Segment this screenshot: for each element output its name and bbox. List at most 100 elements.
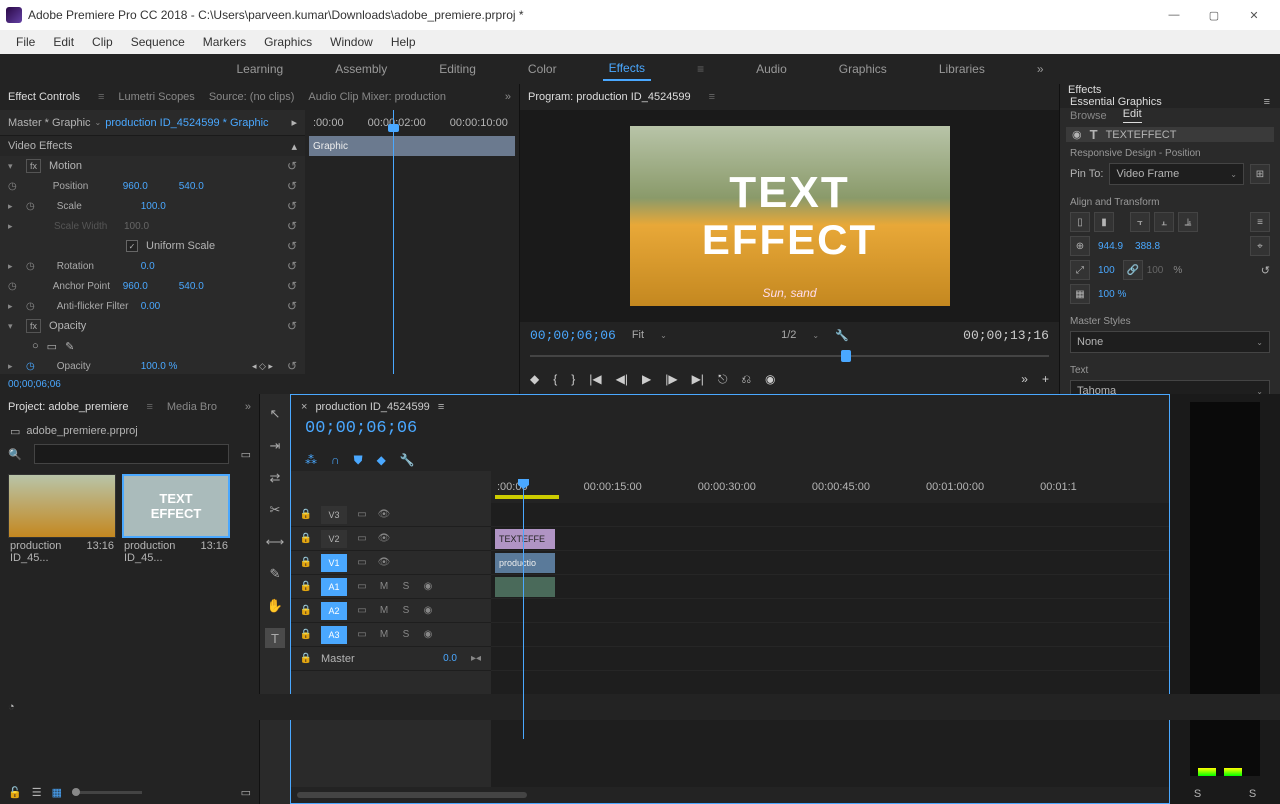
mute-button[interactable]: M <box>377 605 391 616</box>
mute-button[interactable]: M <box>377 629 391 640</box>
play-icon[interactable]: ▸ <box>291 116 297 129</box>
zoom-fit-select[interactable]: Fit <box>632 329 644 341</box>
menu-file[interactable]: File <box>8 33 43 51</box>
track-header-a1[interactable]: 🔒A1▭MS◉ <box>291 575 491 599</box>
stopwatch-icon[interactable]: ◷ <box>8 281 17 292</box>
program-playhead[interactable] <box>841 350 851 362</box>
chevron-down-icon[interactable]: ⌄ <box>812 331 819 340</box>
twirl-icon[interactable]: ▸ <box>8 361 18 372</box>
align-center-v-icon[interactable]: ⫠ <box>1154 212 1174 232</box>
scale-value[interactable]: 100.0 <box>141 201 189 212</box>
transform-pos-x[interactable]: 944.9 <box>1094 241 1127 252</box>
mute-button[interactable]: M <box>377 581 391 592</box>
pin-grid-icon[interactable]: ⊞ <box>1250 164 1270 184</box>
master-level[interactable]: 0.0 <box>439 653 461 664</box>
scroll-up-icon[interactable]: ▴ <box>291 140 297 153</box>
stopwatch-icon[interactable]: ◷ <box>26 301 35 312</box>
project-item[interactable]: TEXTEFFECT production ID_45...13:16 <box>122 474 230 566</box>
tab-lumetri-scopes[interactable]: Lumetri Scopes <box>118 91 194 103</box>
menu-sequence[interactable]: Sequence <box>123 33 193 51</box>
track-select-tool[interactable]: ⇥ <box>265 436 285 456</box>
stopwatch-icon[interactable]: ◷ <box>8 181 17 192</box>
rotation-value[interactable]: 0.0 <box>141 261 189 272</box>
snap-icon[interactable]: ⁂ <box>305 453 317 467</box>
sequence-tab[interactable]: production ID_4524599 <box>315 401 429 413</box>
solo-button[interactable]: S <box>399 605 413 616</box>
timeline-ruler[interactable]: :00:00 00:00:15:00 00:00:30:00 00:00:45:… <box>491 471 1169 503</box>
lock-icon[interactable]: 🔒 <box>299 605 313 616</box>
track-v1[interactable]: productio <box>491 551 1169 575</box>
solo-button[interactable]: S <box>399 629 413 640</box>
workspace-editing[interactable]: Editing <box>433 58 482 80</box>
ec-playhead[interactable] <box>393 110 394 374</box>
sync-lock-icon[interactable]: ▭ <box>355 629 369 640</box>
graphics-clip[interactable]: TEXTEFFE <box>495 529 555 549</box>
ess-tab-browse[interactable]: Browse <box>1070 110 1107 122</box>
twirl-icon[interactable]: ▸ <box>8 201 18 212</box>
anchor-y[interactable]: 540.0 <box>179 281 227 292</box>
expand-icon[interactable]: ▸◂ <box>469 653 483 664</box>
tab-project[interactable]: Project: adobe_premiere <box>8 401 128 413</box>
stopwatch-icon[interactable]: ◷ <box>26 201 35 212</box>
graphics-layer-row[interactable]: ◉ T TEXTEFFECT <box>1066 127 1274 142</box>
tab-source[interactable]: Source: (no clips) <box>209 91 295 103</box>
mark-in-button[interactable]: { <box>553 372 557 386</box>
menu-markers[interactable]: Markers <box>195 33 254 51</box>
panel-menu-icon[interactable]: ≡ <box>709 91 715 103</box>
transform-pos-y[interactable]: 388.8 <box>1131 241 1164 252</box>
layer-name[interactable]: TEXTEFFECT <box>1106 129 1177 141</box>
close-button[interactable]: ✕ <box>1234 0 1274 30</box>
track-header-v3[interactable]: 🔒V3▭👁 <box>291 503 491 527</box>
track-a1[interactable] <box>491 575 1169 599</box>
align-bottom-icon[interactable]: ⫡ <box>1178 212 1198 232</box>
bin-icon[interactable]: ▭ <box>10 425 20 438</box>
keyframe-nav-icon[interactable]: ◂ ◇ ▸ <box>252 361 273 372</box>
program-scrubber[interactable] <box>530 348 1049 364</box>
minimize-button[interactable]: — <box>1154 0 1194 30</box>
thumbnail-size-slider[interactable] <box>72 791 142 794</box>
new-item-icon[interactable]: ▭ <box>241 786 251 799</box>
track-a2[interactable] <box>491 599 1169 623</box>
add-marker-icon[interactable]: ⛊ <box>354 453 363 468</box>
solo-button[interactable]: S <box>399 581 413 592</box>
distribute-icon[interactable]: ≡ <box>1250 212 1270 232</box>
fx-badge[interactable]: fx <box>26 159 41 173</box>
pen-mask-icon[interactable]: ✎ <box>65 340 74 353</box>
resolution-select[interactable]: 1/2 <box>781 329 796 341</box>
stopwatch-icon[interactable]: ◷ <box>26 361 35 372</box>
menu-clip[interactable]: Clip <box>84 33 121 51</box>
toggle-track-output-icon[interactable]: 👁 <box>377 509 391 520</box>
extract-button[interactable]: ⎌ <box>741 372 751 387</box>
project-search-input[interactable] <box>34 444 229 464</box>
menu-graphics[interactable]: Graphics <box>256 33 320 51</box>
panel-menu-icon[interactable]: ≡ <box>1264 96 1270 108</box>
flicker-value[interactable]: 0.00 <box>141 301 189 312</box>
chevron-down-icon[interactable]: ⌄ <box>95 118 102 127</box>
tab-media-browser[interactable]: Media Bro <box>167 401 217 413</box>
pin-to-select[interactable]: Video Frame ⌄ <box>1109 163 1244 185</box>
reset-icon[interactable]: ↺ <box>287 199 297 213</box>
sync-lock-icon[interactable]: ▭ <box>355 581 369 592</box>
video-clip[interactable]: productio <box>495 553 555 573</box>
sync-lock-icon[interactable]: ▭ <box>355 605 369 616</box>
sequence-close-icon[interactable]: × <box>301 401 307 413</box>
tab-effect-controls[interactable]: Effect Controls <box>8 91 80 103</box>
toggle-track-output-icon[interactable]: 👁 <box>377 533 391 544</box>
transform-scale[interactable]: 100 <box>1094 265 1119 276</box>
workspace-effects[interactable]: Effects <box>603 57 651 81</box>
sync-lock-icon[interactable]: ▭ <box>355 557 369 568</box>
transform-opacity[interactable]: 100 % <box>1094 289 1130 300</box>
search-icon[interactable]: 🔍 <box>8 448 22 461</box>
reset-icon[interactable]: ↺ <box>287 179 297 193</box>
workspace-libraries[interactable]: Libraries <box>933 58 991 80</box>
reset-icon[interactable]: ↺ <box>287 359 297 373</box>
timeline-wrench-icon[interactable]: 🔧 <box>400 453 415 467</box>
fx-badge[interactable]: fx <box>26 319 41 333</box>
anchor-x[interactable]: 960.0 <box>123 281 171 292</box>
audio-clip[interactable] <box>495 577 555 597</box>
hand-tool[interactable]: ✋ <box>265 596 285 616</box>
transport-overflow-icon[interactable]: » <box>1021 372 1028 386</box>
track-header-v1[interactable]: 🔒V1▭👁 <box>291 551 491 575</box>
play-button[interactable]: ▶ <box>642 372 651 386</box>
uniform-scale-checkbox[interactable]: ✓ <box>126 240 138 252</box>
